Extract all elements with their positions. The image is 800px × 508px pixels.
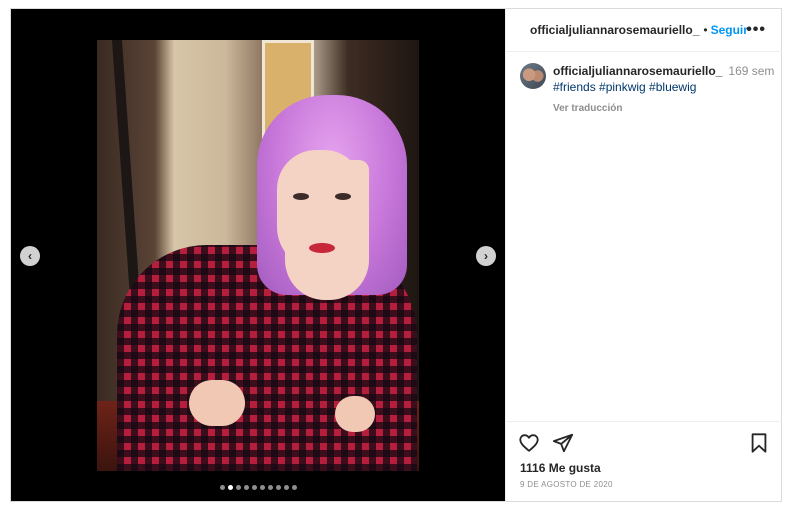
post-actions: 1116 Me gusta 9 DE AGOSTO DE 2020 xyxy=(506,421,782,501)
photo-lips xyxy=(309,243,335,253)
save-button[interactable] xyxy=(748,432,770,459)
post-date: 9 DE AGOSTO DE 2020 xyxy=(520,480,613,489)
caption-text: officialjuliannarosemauriello_ 169 sem #f… xyxy=(553,63,783,117)
caption-hashtags[interactable]: #friends #pinkwig #bluewig xyxy=(553,80,696,94)
carousel-dot xyxy=(283,485,289,490)
chevron-right-icon: › xyxy=(484,249,488,263)
carousel-dot xyxy=(235,485,241,490)
carousel-dot xyxy=(219,485,225,490)
share-button[interactable] xyxy=(552,432,574,459)
prev-slide-button[interactable]: ‹ xyxy=(20,246,40,266)
header-separator: • xyxy=(703,23,708,37)
carousel-dot xyxy=(251,485,257,490)
avatar[interactable] xyxy=(520,63,546,89)
carousel-dot xyxy=(243,485,249,490)
carousel-dot xyxy=(275,485,281,490)
photo-eye-right xyxy=(335,193,351,200)
caption-timestamp[interactable]: 169 sem xyxy=(728,64,774,78)
carousel-indicator xyxy=(11,485,505,490)
carousel-dot xyxy=(291,485,297,490)
header-username[interactable]: officialjuliannarosemauriello_ xyxy=(530,23,699,37)
like-button[interactable] xyxy=(518,432,540,459)
paper-plane-icon xyxy=(552,433,574,453)
post-modal: ‹ › officialjuliannarosemauriello_ • Seg… xyxy=(10,8,782,502)
follow-button[interactable]: Seguir xyxy=(711,23,748,37)
post-photo[interactable] xyxy=(97,40,419,471)
photo-eye-left xyxy=(293,193,309,200)
post-side-panel: officialjuliannarosemauriello_ • Seguir … xyxy=(505,9,783,501)
carousel-dot xyxy=(267,485,273,490)
next-slide-button[interactable]: › xyxy=(476,246,496,266)
photo-hand-right xyxy=(335,396,375,432)
likes-count[interactable]: 1116 Me gusta xyxy=(520,461,601,475)
carousel-dot xyxy=(227,485,233,490)
media-viewer: ‹ › xyxy=(11,9,505,501)
bookmark-icon xyxy=(751,433,767,453)
post-header: officialjuliannarosemauriello_ • Seguir … xyxy=(506,9,782,52)
photo-hand-left xyxy=(189,380,245,426)
carousel-dot xyxy=(259,485,265,490)
caption-username[interactable]: officialjuliannarosemauriello_ xyxy=(553,64,722,78)
heart-icon xyxy=(519,434,539,452)
chevron-left-icon: ‹ xyxy=(28,249,32,263)
more-options-icon[interactable]: ••• xyxy=(746,21,766,39)
see-translation-link[interactable]: Ver traducción xyxy=(553,101,783,117)
